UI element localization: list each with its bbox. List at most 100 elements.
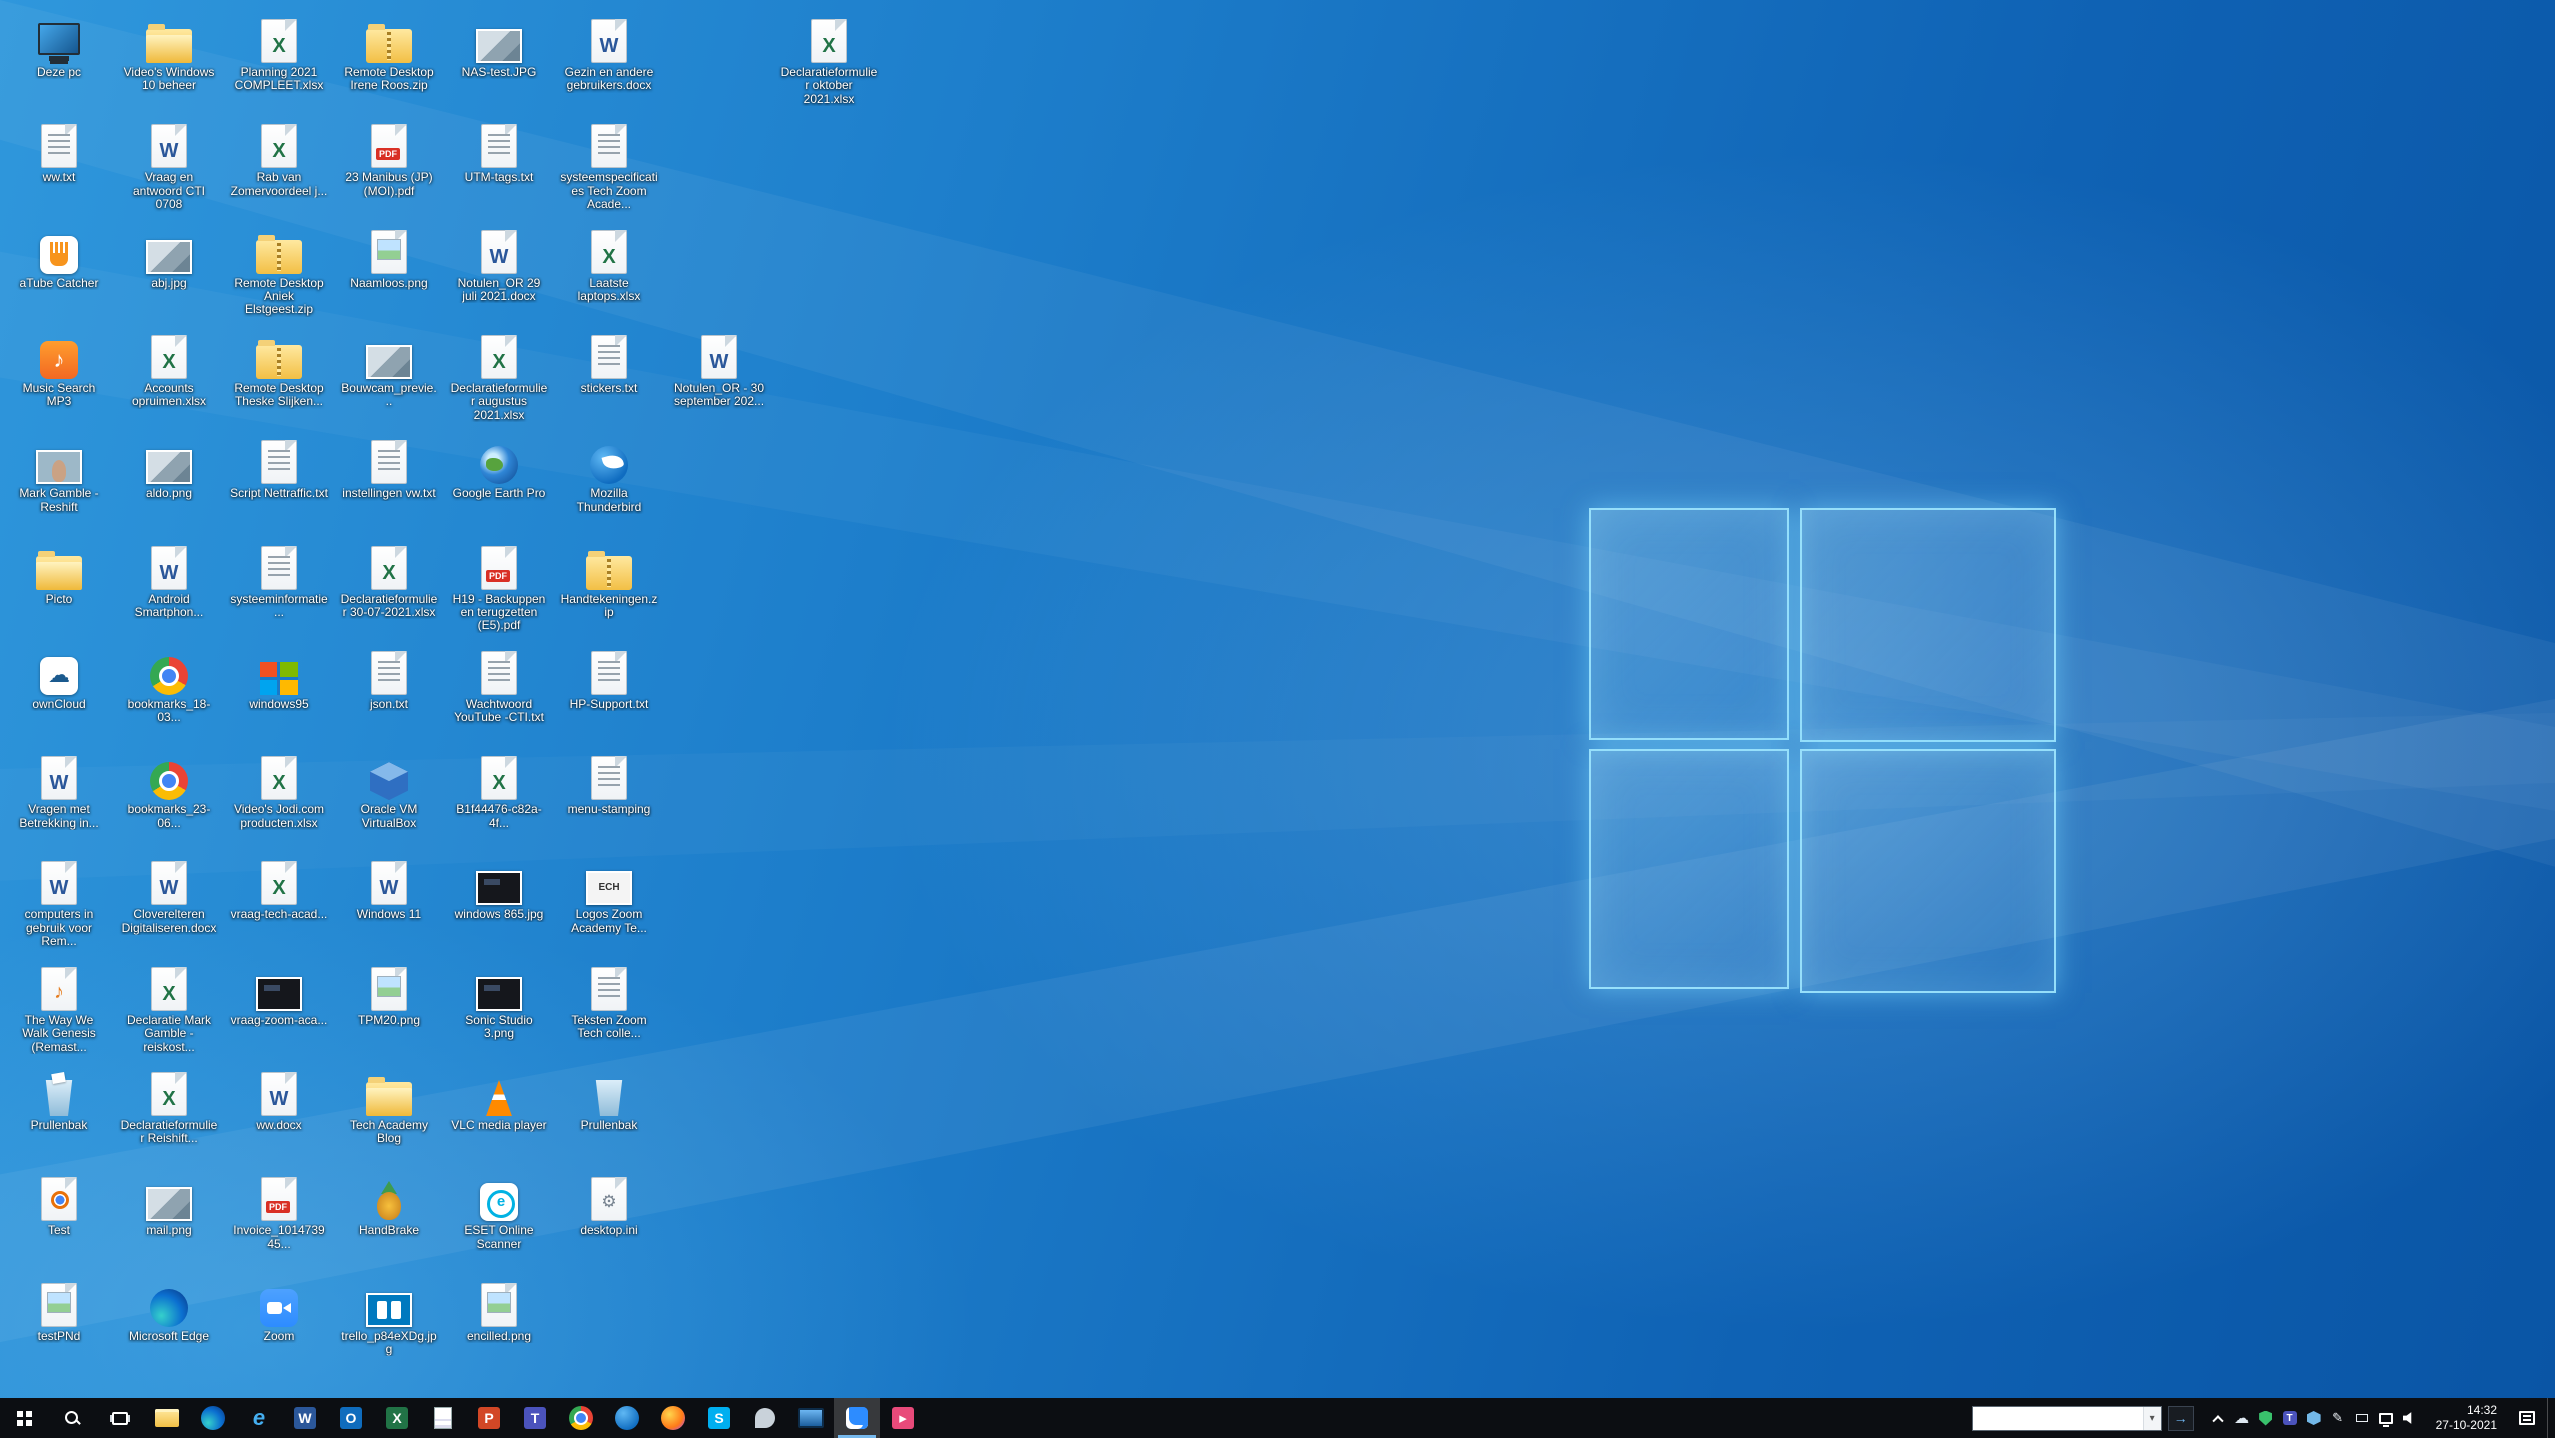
taskbar-outlook[interactable] (328, 1398, 374, 1438)
taskbar-clock[interactable]: 14:32 27-10-2021 (2426, 1398, 2507, 1438)
taskbar-media-player[interactable] (880, 1398, 926, 1438)
desktop-icon[interactable]: 23 Manibus (JP) (MOI).pdf (338, 118, 440, 198)
desktop-icon[interactable]: Notulen_OR 29 juli 2021.docx (448, 224, 550, 304)
taskbar-thunderbird[interactable] (604, 1398, 650, 1438)
desktop[interactable]: Deze pc Video's Windows 10 beheer Planni… (0, 0, 2555, 1398)
desktop-icon[interactable]: aTube Catcher (8, 224, 110, 290)
desktop-icon[interactable]: menu-stamping (558, 750, 660, 816)
desktop-icon[interactable]: HP-Support.txt (558, 645, 660, 711)
desktop-icon[interactable]: Remote Desktop Aniek Elstgeest.zip (228, 224, 330, 317)
desktop-icon[interactable]: Zoom (228, 1277, 330, 1343)
desktop-icon[interactable]: Prullenbak (8, 1066, 110, 1132)
desktop-icon[interactable]: Sonic Studio 3.png (448, 961, 550, 1041)
taskbar-firefox[interactable] (650, 1398, 696, 1438)
desktop-icon[interactable]: stickers.txt (558, 329, 660, 395)
desktop-icon[interactable]: ownCloud (8, 645, 110, 711)
taskbar-paint[interactable] (742, 1398, 788, 1438)
desktop-icon[interactable]: Mark Gamble - Reshift (8, 434, 110, 514)
desktop-icon[interactable]: Cloverelteren Digitaliseren.docx (118, 855, 220, 935)
desktop-icon[interactable]: Declaratieformulier 30-07-2021.xlsx (338, 540, 440, 620)
desktop-icon[interactable]: aldo.png (118, 434, 220, 500)
desktop-icon[interactable]: NAS-test.JPG (448, 13, 550, 79)
address-input[interactable] (1973, 1407, 2143, 1430)
desktop-icon[interactable]: Mozilla Thunderbird (558, 434, 660, 514)
tray-network[interactable] (2374, 1398, 2398, 1438)
tray-pen[interactable] (2326, 1398, 2350, 1438)
task-view-button[interactable] (96, 1398, 144, 1438)
desktop-icon[interactable]: testPNd (8, 1277, 110, 1343)
desktop-icon[interactable]: Video's Jodi.com producten.xlsx (228, 750, 330, 830)
desktop-icon[interactable]: Declaratieformulier oktober 2021.xlsx (778, 13, 880, 106)
taskbar-powerpoint[interactable] (466, 1398, 512, 1438)
desktop-icon[interactable]: desktop.ini (558, 1171, 660, 1237)
desktop-icon[interactable]: Teksten Zoom Tech colle... (558, 961, 660, 1041)
tray-teams-tray[interactable] (2278, 1398, 2302, 1438)
desktop-icon[interactable]: Music Search MP3 (8, 329, 110, 409)
taskbar-teams[interactable] (512, 1398, 558, 1438)
desktop-icon[interactable]: windows95 (228, 645, 330, 711)
taskbar-zoom[interactable] (834, 1398, 880, 1438)
desktop-icon[interactable]: Picto (8, 540, 110, 606)
desktop-icon[interactable]: Vraag en antwoord CTI 0708 (118, 118, 220, 211)
desktop-icon[interactable]: computers in gebruik voor Rem... (8, 855, 110, 948)
tray-volume[interactable] (2398, 1398, 2422, 1438)
desktop-icon[interactable]: Gezin en andere gebruikers.docx (558, 13, 660, 93)
desktop-icon[interactable]: Notulen_OR - 30 september 202... (668, 329, 770, 409)
desktop-icon[interactable]: vraag-zoom-aca... (228, 961, 330, 1027)
desktop-icon[interactable]: Declaratieformulier Reishift... (118, 1066, 220, 1146)
desktop-icon[interactable]: Deze pc (8, 13, 110, 79)
desktop-icon[interactable]: Naamloos.png (338, 224, 440, 290)
desktop-icon[interactable]: Android Smartphon... (118, 540, 220, 620)
desktop-icon[interactable]: Invoice_101473945... (228, 1171, 330, 1251)
desktop-icon[interactable]: The Way We Walk Genesis (Remast... (8, 961, 110, 1054)
desktop-icon[interactable]: encilled.png (448, 1277, 550, 1343)
desktop-icon[interactable]: Handtekeningen.zip (558, 540, 660, 620)
desktop-icon[interactable]: instellingen vw.txt (338, 434, 440, 500)
desktop-icon[interactable]: json.txt (338, 645, 440, 711)
desktop-icon[interactable]: Prullenbak (558, 1066, 660, 1132)
taskbar-file-explorer[interactable] (144, 1398, 190, 1438)
desktop-icon[interactable]: Rab van Zomervoordeel j... (228, 118, 330, 198)
desktop-icon[interactable]: Test (8, 1171, 110, 1237)
desktop-icon[interactable]: bookmarks_18-03... (118, 645, 220, 725)
desktop-icon[interactable]: UTM-tags.txt (448, 118, 550, 184)
desktop-icon[interactable]: ESET Online Scanner (448, 1171, 550, 1251)
desktop-icon[interactable]: Logos Zoom Academy Te... (558, 855, 660, 935)
desktop-icon[interactable]: systeeminformatie... (228, 540, 330, 620)
tray-chevron-up[interactable] (2206, 1398, 2230, 1438)
tray-usb[interactable] (2350, 1398, 2374, 1438)
taskbar-word[interactable] (282, 1398, 328, 1438)
desktop-icon[interactable]: systeemspecificaties Tech Zoom Acade... (558, 118, 660, 211)
desktop-icon[interactable]: Tech Academy Blog (338, 1066, 440, 1146)
desktop-icon[interactable]: Remote Desktop Theske Slijken... (228, 329, 330, 409)
desktop-icon[interactable]: mail.png (118, 1171, 220, 1237)
desktop-icon[interactable]: trello_p84eXDg.jpg (338, 1277, 440, 1357)
address-go-button[interactable]: → (2168, 1406, 2194, 1431)
tray-security[interactable] (2254, 1398, 2278, 1438)
desktop-icon[interactable]: Script Nettraffic.txt (228, 434, 330, 500)
taskbar-notepad[interactable] (420, 1398, 466, 1438)
desktop-icon[interactable]: ww.txt (8, 118, 110, 184)
desktop-icon[interactable]: TPM20.png (338, 961, 440, 1027)
desktop-icon[interactable]: Microsoft Edge (118, 1277, 220, 1343)
desktop-icon[interactable]: H19 - Backuppen en terugzetten (E5).pdf (448, 540, 550, 633)
desktop-icon[interactable]: VLC media player (448, 1066, 550, 1132)
taskbar-skype[interactable] (696, 1398, 742, 1438)
show-desktop-button[interactable] (2547, 1398, 2555, 1438)
desktop-icon[interactable]: HandBrake (338, 1171, 440, 1237)
search-button[interactable] (48, 1398, 96, 1438)
tray-virtualbox[interactable] (2302, 1398, 2326, 1438)
start-button[interactable] (0, 1398, 48, 1438)
desktop-icon[interactable]: Windows 11 (338, 855, 440, 921)
desktop-icon[interactable]: vraag-tech-acad... (228, 855, 330, 921)
desktop-icon[interactable]: Laatste laptops.xlsx (558, 224, 660, 304)
desktop-icon[interactable]: Accounts opruimen.xlsx (118, 329, 220, 409)
desktop-icon[interactable]: Remote Desktop Irene Roos.zip (338, 13, 440, 93)
desktop-icon[interactable]: Wachtwoord YouTube -CTI.txt (448, 645, 550, 725)
action-center-button[interactable] (2507, 1398, 2547, 1438)
desktop-icon[interactable]: bookmarks_23-06... (118, 750, 220, 830)
desktop-icon[interactable]: Declaratie Mark Gamble - reiskost... (118, 961, 220, 1054)
taskbar-excel[interactable] (374, 1398, 420, 1438)
desktop-icon[interactable]: Vragen met Betrekking in... (8, 750, 110, 830)
desktop-icon[interactable]: Video's Windows 10 beheer (118, 13, 220, 93)
